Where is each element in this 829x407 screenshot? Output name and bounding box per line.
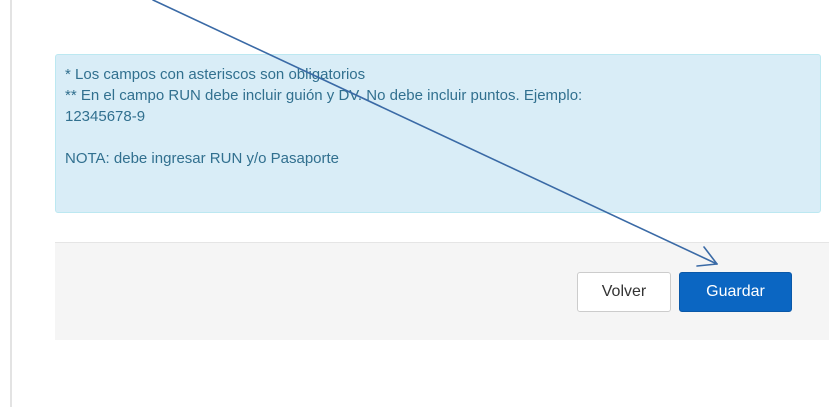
info-line-note: NOTA: debe ingresar RUN y/o Pasaporte [65,150,340,167]
info-alert: * Los campos con asteriscos son obligato… [55,54,821,213]
form-actions-footer: Volver Guardar [55,242,829,340]
left-divider [10,0,12,407]
info-line-required: * Los campos con asteriscos son obligato… [65,66,366,83]
back-button[interactable]: Volver [577,272,671,312]
info-line-run-example: 12345678-9 [65,108,146,125]
save-button[interactable]: Guardar [679,272,792,312]
info-spacer [65,127,812,148]
info-line-run-format: ** En el campo RUN debe incluir guión y … [65,87,583,104]
